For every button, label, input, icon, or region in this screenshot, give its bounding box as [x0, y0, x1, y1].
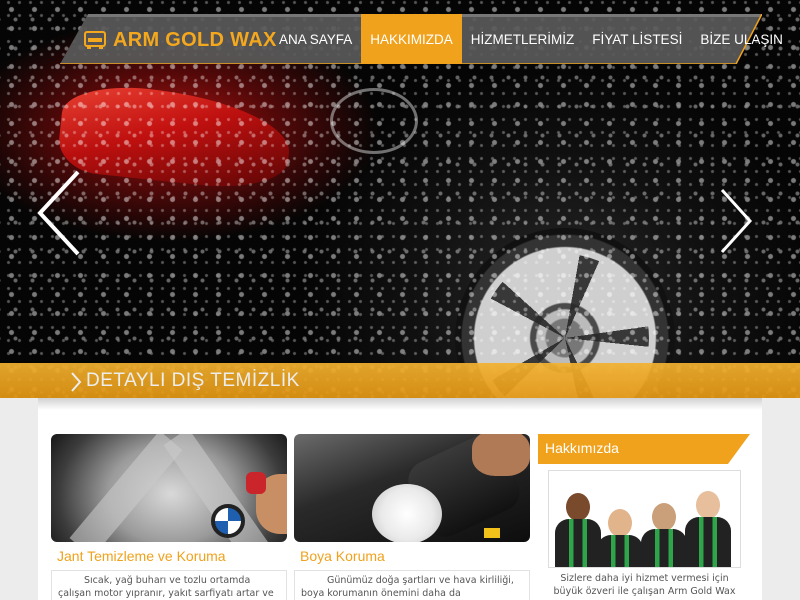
service-image-wheel[interactable]: [51, 434, 287, 542]
bmw-logo-icon: [211, 504, 245, 538]
chevron-left-icon: [37, 170, 80, 256]
team-member: [555, 493, 601, 567]
service-image-polish[interactable]: [294, 434, 530, 542]
nav-menu: ANA SAYFA HAKKIMIZDA HİZMETLERİMİZ FİYAT…: [270, 14, 792, 64]
site-logo[interactable]: ARM GOLD WAX: [84, 28, 277, 52]
team-member: [685, 491, 731, 567]
service-description: Sıcak, yağ buharı ve tozlu ortamda çalış…: [51, 570, 287, 600]
content-shadow: [38, 398, 762, 410]
car-icon: [84, 31, 106, 49]
chevron-right-icon: [71, 372, 82, 392]
nav-item-hizmetlerimiz[interactable]: HİZMETLERİMİZ: [462, 14, 584, 64]
service-title[interactable]: Boya Koruma: [294, 548, 530, 564]
logo-text: ARM GOLD WAX: [113, 28, 277, 51]
slider-prev-button[interactable]: [34, 168, 84, 258]
service-card[interactable]: Jant Temizleme ve Koruma Sıcak, yağ buha…: [51, 434, 287, 600]
nav-item-bize-ulasin[interactable]: BİZE ULAŞIN: [691, 14, 792, 64]
slider-caption: DETAYLI DIŞ TEMİZLİK: [86, 370, 300, 391]
nav-item-hakkimizda[interactable]: HAKKIMIZDA: [361, 14, 462, 64]
main-navigation: ARM GOLD WAX ANA SAYFA HAKKIMIZDA HİZMET…: [60, 13, 783, 65]
sidebar-title: Hakkımızda: [545, 440, 619, 456]
team-member: [641, 503, 687, 567]
team-photo[interactable]: [548, 470, 741, 568]
sidebar-text: Sizlere daha iyi hizmet vermesi için büy…: [553, 573, 736, 600]
slider-next-button[interactable]: [716, 186, 756, 256]
slider-caption-band: DETAYLI DIŞ TEMİZLİK: [0, 363, 800, 398]
service-description: Günümüz doğa şartları ve hava kirliliği,…: [294, 570, 530, 600]
sidebar-header: Hakkımızda: [538, 434, 750, 464]
service-card[interactable]: Boya Koruma Günümüz doğa şartları ve hav…: [294, 434, 530, 600]
chevron-right-icon: [720, 188, 753, 254]
team-member: [597, 509, 643, 567]
nav-item-fiyat-listesi[interactable]: FİYAT LİSTESİ: [583, 14, 691, 64]
nav-item-ana-sayfa[interactable]: ANA SAYFA: [270, 14, 361, 64]
service-title[interactable]: Jant Temizleme ve Koruma: [51, 548, 287, 564]
